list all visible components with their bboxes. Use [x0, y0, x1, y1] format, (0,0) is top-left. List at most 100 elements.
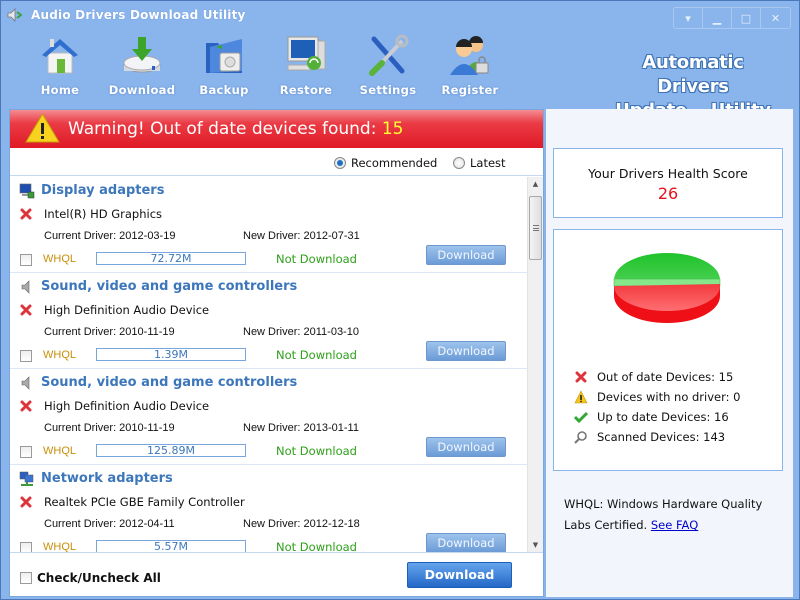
- device-list-scrollbar[interactable]: ▲ ▼: [527, 177, 543, 552]
- device-category: Sound, video and game controllers: [41, 279, 298, 294]
- new-driver-date: New Driver: 2013-01-11: [243, 422, 359, 434]
- scroll-up-arrow-icon[interactable]: ▲: [528, 177, 543, 191]
- health-score-box: Your Drivers Health Score 26: [553, 148, 783, 218]
- check-all-checkbox[interactable]: [20, 572, 32, 584]
- toolbar-download-label: Download: [108, 83, 176, 97]
- device-category: Network adapters: [41, 471, 173, 486]
- toolbar-home-button[interactable]: Home: [19, 31, 101, 99]
- app-window: Audio Drivers Download Utility ▾ ▁ □ ✕ H…: [0, 0, 800, 600]
- device-checkbox[interactable]: [20, 350, 32, 362]
- main-toolbar: Home Download Backup Restore Settings Re…: [1, 31, 511, 99]
- download-status: Not Download: [276, 348, 357, 362]
- stat-scanned-label: Scanned Devices: 143: [597, 430, 726, 444]
- warning-banner: Warning! Out of date devices found: 15: [10, 110, 543, 148]
- download-status: Not Download: [276, 444, 357, 458]
- device-list-panel: Warning! Out of date devices found: 15 R…: [9, 109, 544, 597]
- new-driver-date: New Driver: 2012-12-18: [243, 518, 360, 530]
- magnifier-icon: [574, 431, 587, 444]
- device-download-button[interactable]: Download: [426, 437, 506, 457]
- home-icon: [42, 39, 78, 74]
- stat-out-of-date-label: Out of date Devices: 15: [597, 370, 734, 384]
- device-item: Network adapters Realtek PCIe GBE Family…: [10, 465, 527, 552]
- red-x-icon: [575, 371, 587, 383]
- device-name: Intel(R) HD Graphics: [44, 207, 163, 221]
- new-driver-date: New Driver: 2012-07-31: [243, 230, 360, 242]
- title-bar[interactable]: Audio Drivers Download Utility ▾ ▁ □ ✕: [1, 1, 799, 29]
- device-list: Display adapters Intel(R) HD Graphics Cu…: [10, 177, 527, 552]
- radio-selected-icon: [334, 157, 346, 169]
- download-all-button[interactable]: Download: [407, 562, 512, 588]
- whql-label: WHQL: [43, 253, 76, 265]
- stat-up-to-date: Up to date Devices: 16: [574, 410, 729, 424]
- download-size-bar: 1.39M: [96, 348, 246, 361]
- toolbar-settings-label: Settings: [359, 83, 417, 97]
- restore-computer-icon: [287, 36, 326, 71]
- whql-label: WHQL: [43, 349, 76, 361]
- device-download-button[interactable]: Download: [426, 533, 506, 552]
- recommended-radio[interactable]: Recommended: [334, 156, 437, 170]
- menu-dropdown-button[interactable]: ▾: [674, 8, 703, 28]
- download-size-bar: 5.57M: [96, 540, 246, 552]
- health-score-label: Your Drivers Health Score: [588, 166, 748, 181]
- warning-triangle-icon: [25, 113, 60, 143]
- device-category: Display adapters: [41, 183, 165, 198]
- device-checkbox[interactable]: [20, 542, 32, 552]
- current-driver-date: Current Driver: 2010-11-19: [44, 422, 175, 434]
- download-drive-icon: [123, 37, 161, 73]
- list-footer: Check/Uncheck All Download: [10, 552, 543, 596]
- toolbar-restore-button[interactable]: Restore: [265, 31, 347, 99]
- latest-radio[interactable]: Latest: [453, 156, 506, 170]
- red-x-icon: [20, 400, 32, 412]
- device-item: Sound, video and game controllers High D…: [10, 273, 527, 369]
- whql-note: WHQL: Windows Hardware Quality Labs Cert…: [564, 494, 784, 536]
- toolbar-register-button[interactable]: Register: [429, 31, 511, 99]
- device-checkbox[interactable]: [20, 254, 32, 266]
- device-name: High Definition Audio Device: [44, 303, 210, 317]
- minimize-button[interactable]: ▁: [703, 8, 732, 28]
- driver-filter: Recommended Latest: [10, 150, 543, 176]
- device-stats-box: Out of date Devices: 15 Devices with no …: [553, 229, 783, 471]
- health-score-value: 26: [657, 184, 679, 203]
- close-button[interactable]: ✕: [761, 8, 790, 28]
- window-controls: ▾ ▁ □ ✕: [673, 7, 791, 29]
- download-status: Not Download: [276, 252, 357, 266]
- latest-label: Latest: [470, 156, 506, 170]
- network-adapter-icon: [19, 471, 34, 486]
- toolbar-home-label: Home: [40, 83, 80, 97]
- maximize-icon: □: [740, 11, 752, 25]
- download-size-bar: 125.89M: [96, 444, 246, 457]
- settings-tools-icon: [369, 34, 409, 76]
- brand-line-1: Automatic Drivers: [642, 52, 744, 97]
- device-download-button[interactable]: Download: [426, 341, 506, 361]
- maximize-button[interactable]: □: [732, 8, 761, 28]
- device-item: Sound, video and game controllers High D…: [10, 369, 527, 465]
- close-icon: ✕: [770, 11, 781, 25]
- device-name: High Definition Audio Device: [44, 399, 210, 413]
- whql-label: WHQL: [43, 445, 76, 457]
- scroll-down-arrow-icon[interactable]: ▼: [528, 538, 543, 552]
- out-of-date-count: 15: [381, 119, 404, 139]
- see-faq-link[interactable]: See FAQ: [651, 518, 698, 532]
- device-name: Realtek PCIe GBE Family Controller: [44, 495, 245, 509]
- warning-text: Warning! Out of date devices found:: [68, 119, 377, 139]
- stat-up-to-date-label: Up to date Devices: 16: [597, 410, 729, 424]
- whql-label: WHQL: [43, 541, 76, 552]
- device-checkbox[interactable]: [20, 446, 32, 458]
- toolbar-download-button[interactable]: Download: [101, 31, 183, 99]
- download-size-bar: 72.72M: [96, 252, 246, 265]
- scroll-thumb[interactable]: [529, 196, 542, 260]
- toolbar-settings-button[interactable]: Settings: [347, 31, 429, 99]
- register-users-icon: [450, 36, 489, 75]
- stat-out-of-date: Out of date Devices: 15: [574, 370, 733, 384]
- stat-scanned: Scanned Devices: 143: [574, 430, 725, 444]
- device-item: Display adapters Intel(R) HD Graphics Cu…: [10, 177, 527, 273]
- check-all-label[interactable]: Check/Uncheck All: [37, 571, 161, 585]
- stat-no-driver-label: Devices with no driver: 0: [597, 390, 741, 404]
- backup-folder-icon: [206, 39, 242, 73]
- toolbar-restore-label: Restore: [279, 83, 333, 97]
- display-adapter-icon: [19, 183, 35, 199]
- device-download-button[interactable]: Download: [426, 245, 506, 265]
- recommended-label: Recommended: [351, 156, 438, 170]
- device-status-pie-chart: [613, 253, 721, 323]
- toolbar-backup-button[interactable]: Backup: [183, 31, 265, 99]
